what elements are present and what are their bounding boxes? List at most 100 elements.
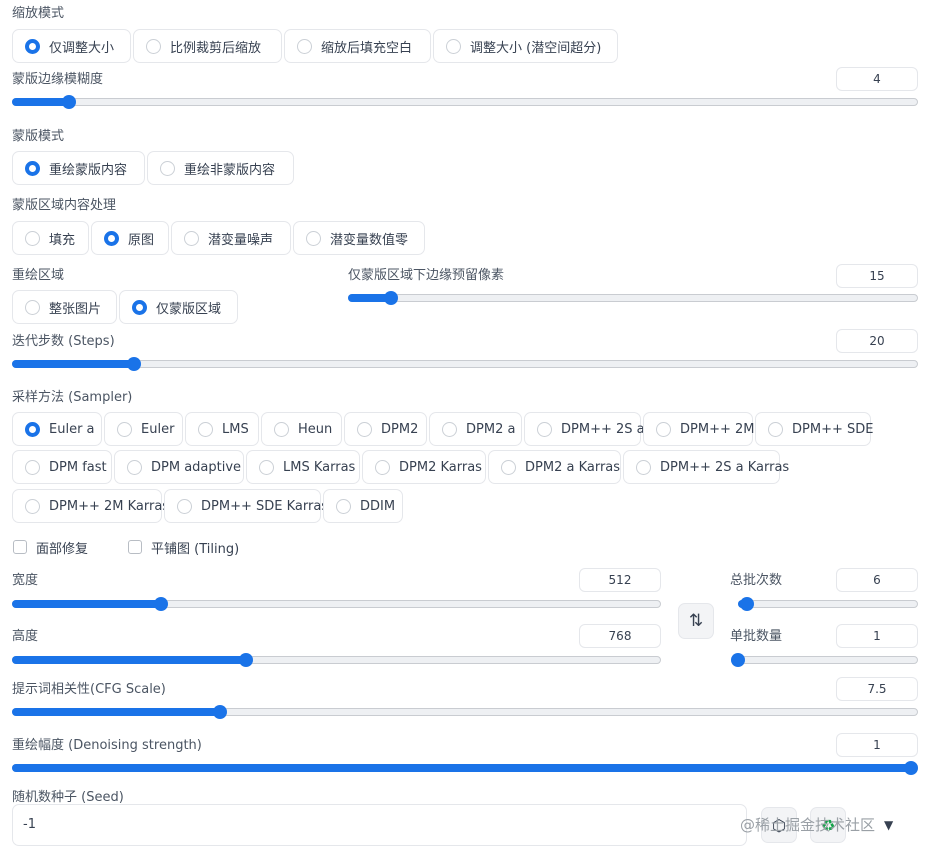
radio-selected-icon <box>104 230 119 246</box>
cfg-slider[interactable] <box>12 704 918 720</box>
width-slider-thumb[interactable] <box>154 597 169 611</box>
radio-icon <box>25 459 40 475</box>
denoise-slider-thumb[interactable] <box>904 761 918 775</box>
sampler-option-dpm2-a-karras[interactable]: DPM2 a Karras <box>488 450 621 484</box>
masked-content-option-2[interactable]: 潜变量噪声 <box>171 221 291 255</box>
width-slider[interactable] <box>12 596 661 612</box>
checkbox-icon <box>128 540 142 554</box>
mask-blur-slider[interactable] <box>12 94 918 110</box>
radio-selected-icon <box>25 38 40 54</box>
radio-icon <box>446 38 461 54</box>
masked-content-option-3[interactable]: 潜变量数值零 <box>293 221 425 255</box>
batch-size-label: 单批数量 <box>730 629 783 644</box>
sampler-label: 采样方法 (Sampler) <box>12 390 133 405</box>
mask-mode-option-1[interactable]: 重绘非蒙版内容 <box>147 151 294 185</box>
height-slider[interactable] <box>12 652 661 668</box>
sampler-option-dpmpp-2m-karras[interactable]: DPM++ 2M Karras <box>12 489 169 523</box>
padding-slider[interactable] <box>348 290 918 306</box>
height-label: 高度 <box>12 629 39 644</box>
denoise-label: 重绘幅度 (Denoising strength) <box>12 738 202 753</box>
sampler-option-dpm-fast[interactable]: DPM fast <box>12 450 112 484</box>
radio-icon <box>306 230 321 246</box>
batch-count-slider-thumb[interactable] <box>740 597 754 611</box>
sampler-option-euler-a[interactable]: Euler a <box>12 412 102 446</box>
height-input[interactable]: 768 <box>579 624 661 648</box>
seed-input[interactable]: -1 <box>12 804 747 846</box>
mask-blur-slider-thumb[interactable] <box>62 95 77 109</box>
sampler-option-heun[interactable]: Heun <box>261 412 342 446</box>
cfg-input[interactable]: 7.5 <box>836 677 918 701</box>
watermark-text: @稀土掘金技术社区 <box>740 816 876 834</box>
denoise-input[interactable]: 1 <box>836 733 918 757</box>
sampler-option-dpmpp-2s-a-karras[interactable]: DPM++ 2S a Karras <box>623 450 789 484</box>
radio-icon <box>442 421 457 437</box>
radio-icon <box>297 38 312 54</box>
inpaint-area-option-1[interactable]: 仅蒙版区域 <box>119 290 238 324</box>
resize-mode-option-0[interactable]: 仅调整大小 <box>12 29 131 63</box>
resize-mode-label: 缩放模式 <box>12 6 65 21</box>
steps-label: 迭代步数 (Steps) <box>12 334 115 349</box>
width-label: 宽度 <box>12 573 39 588</box>
padding-input[interactable]: 15 <box>836 264 918 288</box>
mask-mode-label: 蒙版模式 <box>12 129 65 144</box>
radio-icon <box>501 459 516 475</box>
batch-count-label: 总批次数 <box>730 573 783 588</box>
extra-options-dropdown[interactable]: ▼ <box>884 818 893 832</box>
radio-icon <box>160 160 175 176</box>
sampler-option-dpmpp-sde-karras[interactable]: DPM++ SDE Karras <box>164 489 328 523</box>
sampler-option-dpm2[interactable]: DPM2 <box>344 412 427 446</box>
radio-icon <box>146 38 161 54</box>
batch-size-input[interactable]: 1 <box>836 624 918 648</box>
mask-blur-input[interactable]: 4 <box>836 67 918 91</box>
restore-faces-checkbox[interactable]: 面部修复 <box>13 538 88 557</box>
radio-icon <box>127 459 142 475</box>
padding-slider-thumb[interactable] <box>383 291 398 305</box>
batch-count-input[interactable]: 6 <box>836 568 918 592</box>
masked-content-option-0[interactable]: 填充 <box>12 221 89 255</box>
sampler-option-lms-karras[interactable]: LMS Karras <box>246 450 360 484</box>
steps-input[interactable]: 20 <box>836 329 918 353</box>
sampler-option-dpm2-karras[interactable]: DPM2 Karras <box>362 450 486 484</box>
steps-slider-thumb[interactable] <box>127 357 142 371</box>
denoise-slider[interactable] <box>12 760 918 776</box>
cfg-slider-thumb[interactable] <box>213 705 228 719</box>
sampler-option-dpmpp-2m[interactable]: DPM++ 2M <box>643 412 754 446</box>
sampler-option-dpmpp-2s-a[interactable]: DPM++ 2S a <box>524 412 645 446</box>
radio-icon <box>274 421 289 437</box>
masked-content-option-1[interactable]: 原图 <box>91 221 169 255</box>
batch-count-slider[interactable] <box>738 596 918 612</box>
radio-selected-icon <box>132 299 147 315</box>
radio-icon <box>177 498 192 514</box>
radio-icon <box>259 459 274 475</box>
sampler-option-ddim[interactable]: DDIM <box>323 489 403 523</box>
radio-icon <box>336 498 351 514</box>
sampler-option-dpmpp-sde[interactable]: DPM++ SDE <box>755 412 873 446</box>
mask-blur-label: 蒙版边缘模糊度 <box>12 72 104 87</box>
resize-mode-option-3[interactable]: 调整大小 (潜空间超分) <box>433 29 618 63</box>
radio-icon <box>357 421 372 437</box>
steps-slider[interactable] <box>12 356 918 372</box>
sampler-option-euler[interactable]: Euler <box>104 412 183 446</box>
width-input[interactable]: 512 <box>579 568 661 592</box>
cfg-label: 提示词相关性(CFG Scale) <box>12 682 166 697</box>
resize-mode-option-2[interactable]: 缩放后填充空白 <box>284 29 431 63</box>
radio-icon <box>184 230 199 246</box>
batch-size-slider[interactable] <box>731 652 918 668</box>
mask-mode-option-0[interactable]: 重绘蒙版内容 <box>12 151 145 185</box>
radio-icon <box>25 230 40 246</box>
radio-icon <box>768 421 783 437</box>
radio-icon <box>636 459 651 475</box>
sampler-option-dpm-adaptive[interactable]: DPM adaptive <box>114 450 244 484</box>
sampler-option-dpm2-a[interactable]: DPM2 a <box>429 412 522 446</box>
batch-size-slider-thumb[interactable] <box>731 653 745 667</box>
radio-icon <box>198 421 213 437</box>
inpaint-area-label: 重绘区域 <box>12 268 65 283</box>
seed-label: 随机数种子 (Seed) <box>12 790 124 805</box>
inpaint-area-option-0[interactable]: 整张图片 <box>12 290 117 324</box>
resize-mode-option-1[interactable]: 比例裁剪后缩放 <box>133 29 282 63</box>
tiling-checkbox[interactable]: 平铺图 (Tiling) <box>128 538 239 557</box>
sampler-option-lms[interactable]: LMS <box>185 412 259 446</box>
checkbox-icon <box>13 540 27 554</box>
height-slider-thumb[interactable] <box>238 653 253 667</box>
swap-dimensions-button[interactable]: ⇅ <box>678 603 714 639</box>
